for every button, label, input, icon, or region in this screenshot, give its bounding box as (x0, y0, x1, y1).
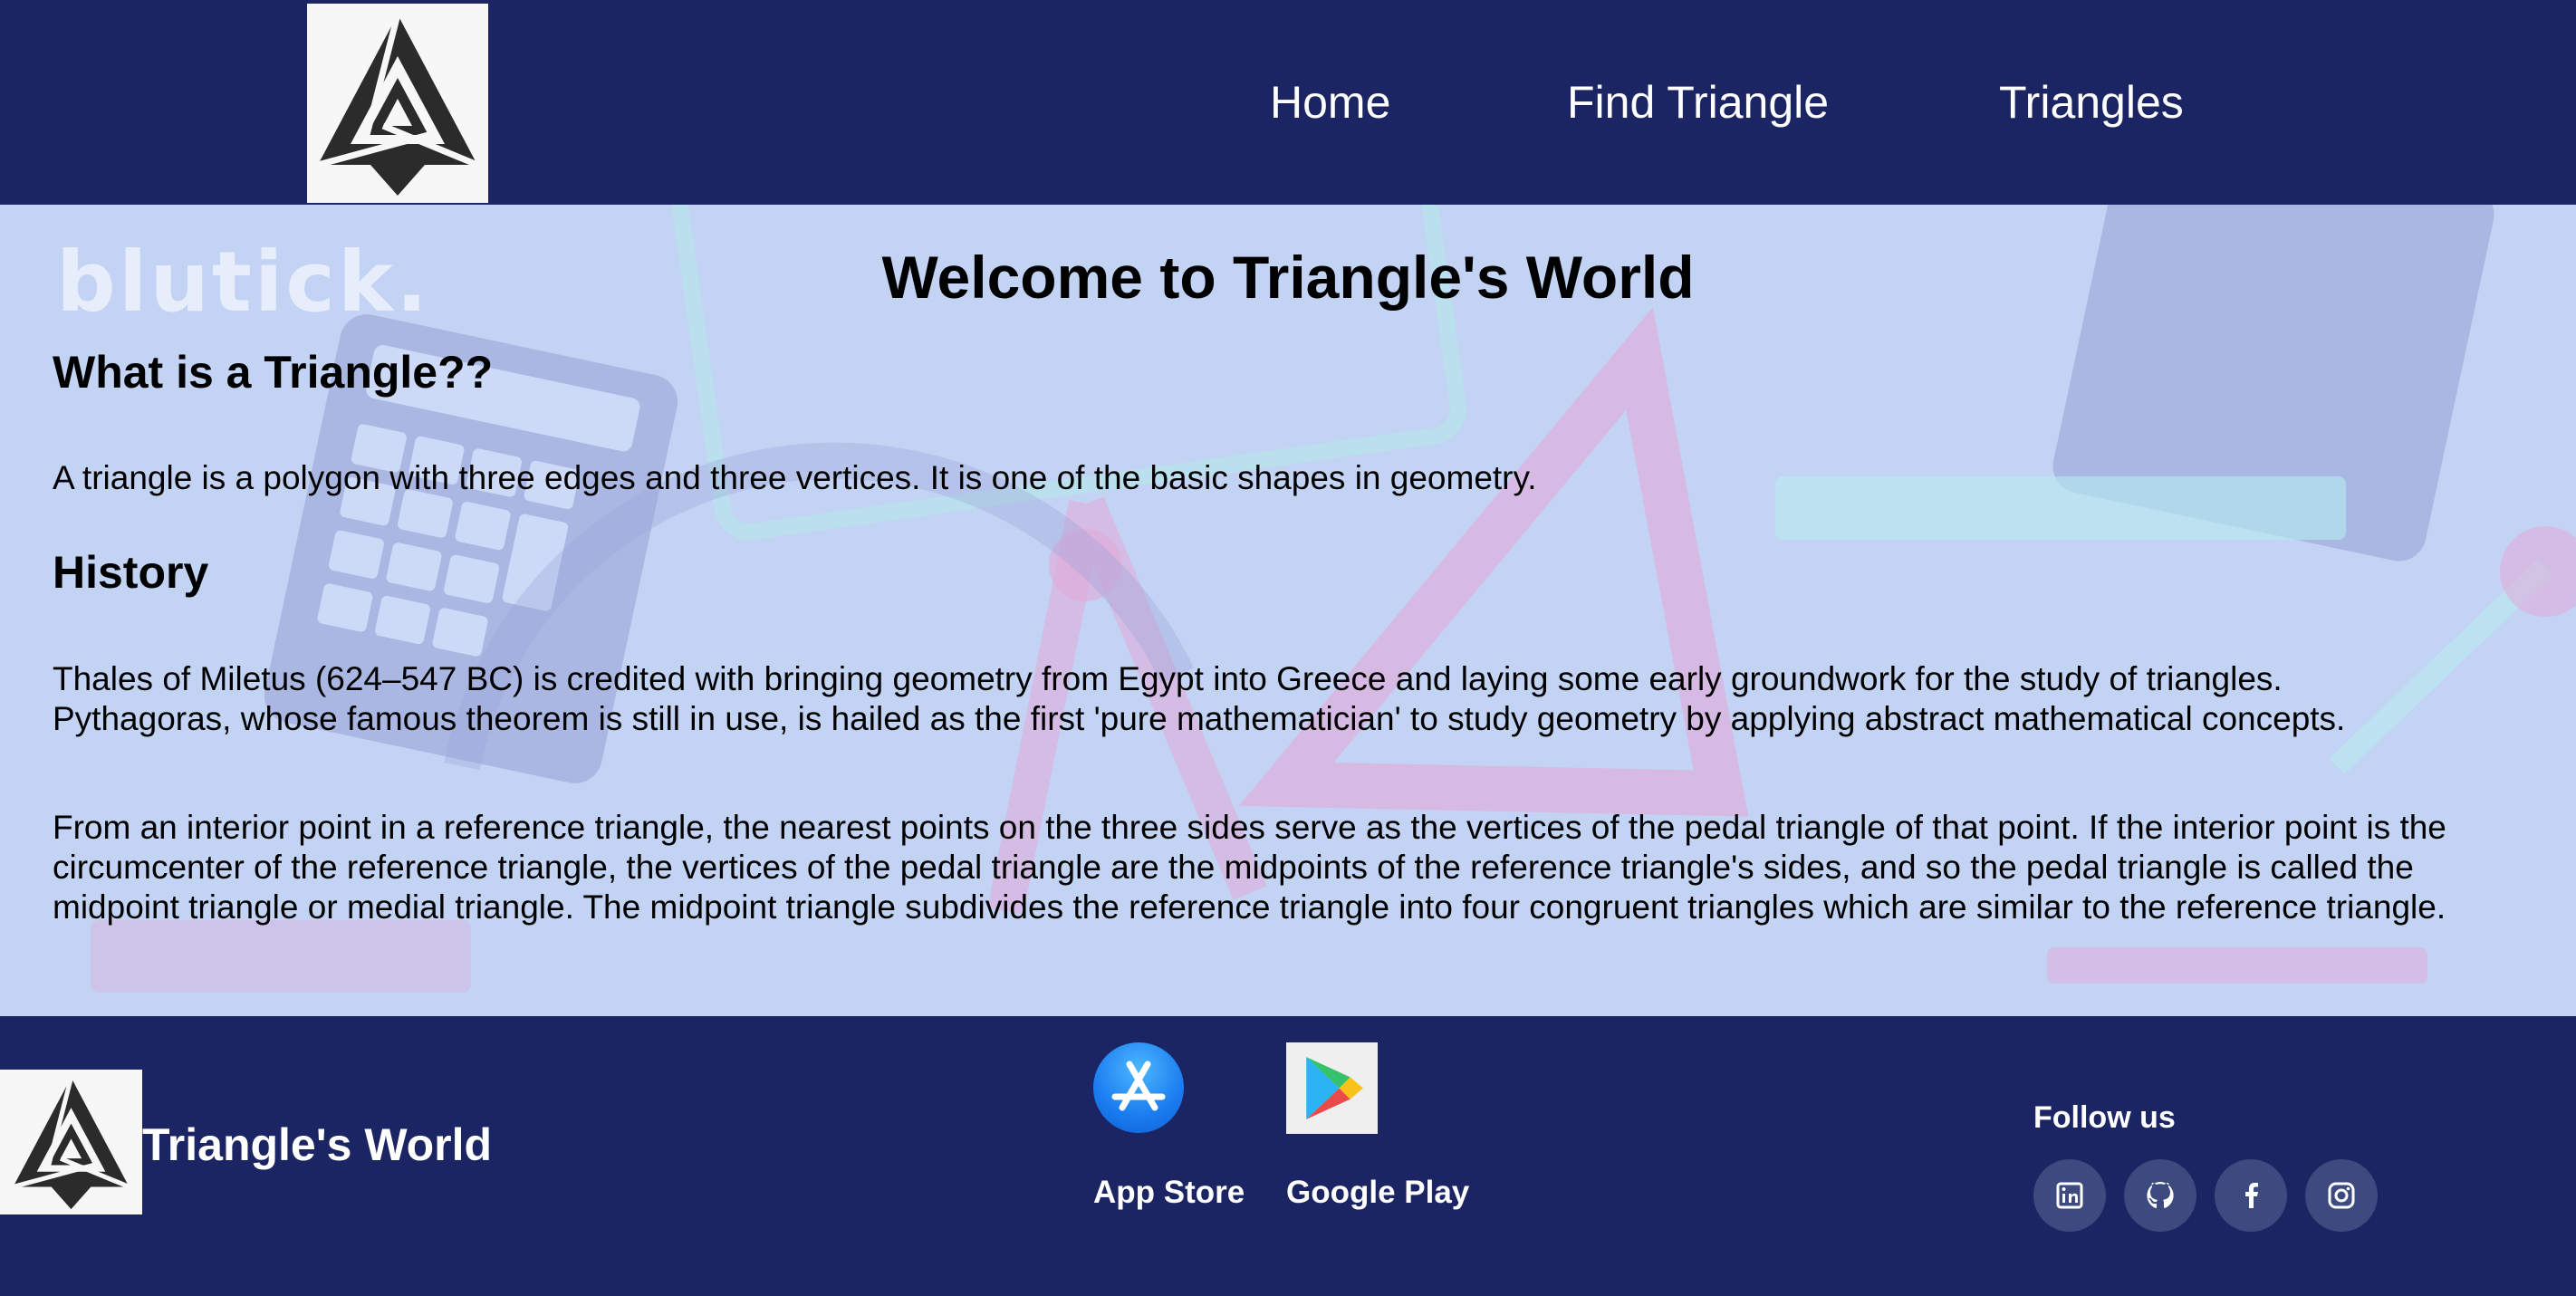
page-title: Welcome to Triangle's World (881, 244, 1695, 311)
what-is-triangle-text: A triangle is a polygon with three edges… (53, 459, 1537, 496)
linkedin-icon[interactable] (2033, 1159, 2106, 1232)
main-content: blutick. Welcome to Triangle's World Wha… (0, 205, 2576, 1016)
github-icon[interactable] (2124, 1159, 2196, 1232)
article: Welcome to Triangle's World What is a Tr… (0, 205, 2576, 1016)
history-heading: History (53, 547, 209, 598)
nav-find-triangle-link[interactable]: Find Triangle (1567, 71, 1829, 134)
follow-us-label: Follow us (2033, 1100, 2176, 1135)
footer-triangle-logo-icon[interactable] (0, 1070, 142, 1214)
google-play-link[interactable]: Google Play (1286, 1175, 1469, 1211)
history-paragraph-pythagoras: Pythagoras, whose famous theorem is stil… (53, 700, 2346, 737)
site-footer: Triangle's World App Store Google Play F… (0, 1016, 2576, 1296)
history-paragraph-thales: Thales of Miletus (624–547 BC) is credit… (53, 660, 2283, 697)
site-header: Home Find Triangle Triangles (0, 0, 2576, 205)
what-is-triangle-heading: What is a Triangle?? (53, 347, 494, 398)
nav-home-link[interactable]: Home (1270, 71, 1390, 134)
app-store-icon[interactable] (1093, 1042, 1184, 1133)
footer-site-name: Triangle's World (142, 1119, 493, 1170)
pedal-triangle-paragraph: From an interior point in a reference tr… (53, 809, 2446, 926)
facebook-icon[interactable] (2215, 1159, 2287, 1232)
triangle-logo-icon[interactable] (307, 4, 488, 203)
google-play-icon[interactable] (1286, 1042, 1378, 1134)
instagram-icon[interactable] (2305, 1159, 2378, 1232)
app-store-link[interactable]: App Store (1093, 1175, 1245, 1211)
nav-triangles-link[interactable]: Triangles (1999, 71, 2184, 134)
